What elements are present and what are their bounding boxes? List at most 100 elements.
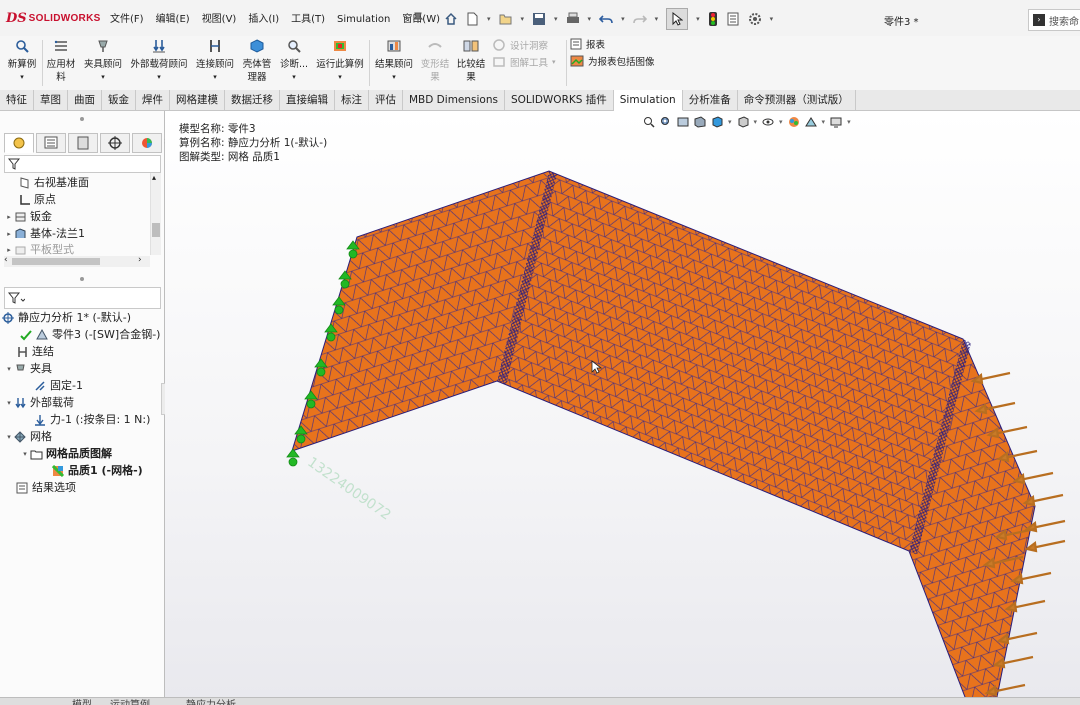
tab-markup[interactable]: 标注: [335, 90, 369, 110]
plot-tools-dropdown-icon[interactable]: ▾: [552, 58, 556, 66]
rebuild-icon[interactable]: [708, 11, 718, 27]
undo-dropdown-icon[interactable]: ▾: [621, 15, 625, 23]
run-dropdown-icon[interactable]: ▾: [314, 71, 366, 84]
tab-solidworks-addins[interactable]: SOLIDWORKS 插件: [505, 90, 614, 110]
tree-filter-input[interactable]: [4, 155, 161, 173]
dimxpert-tab[interactable]: [100, 133, 130, 153]
tree-item-base-flange[interactable]: ▸ 基体-法兰1: [4, 226, 85, 242]
search-input[interactable]: › 搜索命: [1028, 9, 1080, 31]
solidworks-logo[interactable]: DS SOLIDWORKS: [6, 10, 101, 26]
fixtures-dropdown-icon[interactable]: ▾: [80, 71, 126, 84]
pin-icon[interactable]: [412, 12, 424, 24]
deformed-result-button[interactable]: 变形结 果: [418, 36, 452, 84]
save-dropdown-icon[interactable]: ▾: [554, 15, 558, 23]
collapse-icon[interactable]: ▾: [4, 395, 14, 411]
scroll-up-icon[interactable]: ▴: [152, 173, 156, 182]
tree-item-study[interactable]: 静应力分析 1* (-默认-): [2, 310, 131, 326]
select-dropdown-icon[interactable]: ▾: [696, 15, 700, 23]
new-document-icon[interactable]: [466, 12, 479, 26]
tab-data-migration[interactable]: 数据迁移: [225, 90, 280, 110]
tree-item-result-options[interactable]: 结果选项: [16, 480, 76, 496]
results-dropdown-icon[interactable]: ▾: [372, 71, 416, 84]
options-gear-icon[interactable]: [748, 12, 762, 26]
run-study-button[interactable]: 运行此算例 ▾: [314, 36, 366, 84]
diagnose-dropdown-icon[interactable]: ▾: [276, 71, 312, 84]
redo-dropdown-icon[interactable]: ▾: [655, 15, 659, 23]
expand-icon[interactable]: ▸: [4, 209, 14, 225]
open-dropdown-icon[interactable]: ▾: [521, 15, 525, 23]
save-icon[interactable]: [532, 12, 546, 26]
tree-item-quality-1[interactable]: 品质1 (-网格-): [52, 463, 143, 479]
collapse-icon[interactable]: ▾: [4, 361, 14, 377]
menu-tools[interactable]: 工具(T): [285, 12, 331, 28]
external-loads-advisor-button[interactable]: 外部载荷顾问 ▾: [128, 36, 190, 84]
menu-insert[interactable]: 插入(I): [242, 12, 285, 28]
tree-item-mesh-quality-plot[interactable]: ▾ 网格品质图解: [20, 446, 112, 462]
apply-material-button[interactable]: 应用材 料: [44, 36, 78, 84]
tree-item-fixed-1[interactable]: 固定-1: [34, 378, 83, 394]
tab-surfaces[interactable]: 曲面: [68, 90, 102, 110]
tab-evaluate[interactable]: 评估: [369, 90, 403, 110]
external-loads-dropdown-icon[interactable]: ▾: [128, 71, 190, 84]
tree-item-external-loads[interactable]: ▾ 外部载荷: [4, 395, 74, 411]
tab-sheet-metal[interactable]: 钣金: [102, 90, 136, 110]
study-filter-input[interactable]: [4, 287, 161, 309]
tab-weldments[interactable]: 焊件: [136, 90, 170, 110]
tree-horizontal-scrollbar[interactable]: ‹ ›: [4, 255, 150, 267]
menu-edit[interactable]: 编辑(E): [150, 12, 196, 28]
panel-grip-icon[interactable]: [80, 117, 84, 121]
undo-icon[interactable]: [599, 12, 613, 26]
tab-direct-editing[interactable]: 直接编辑: [280, 90, 335, 110]
new-study-button[interactable]: 新算例 ▾: [4, 36, 40, 84]
tree-item-mesh[interactable]: ▾ 网格: [4, 429, 52, 445]
connections-dropdown-icon[interactable]: ▾: [192, 71, 238, 84]
include-image-button[interactable]: 为报表包括图像: [570, 54, 655, 68]
tab-mbd-dimensions[interactable]: MBD Dimensions: [403, 90, 505, 110]
connections-advisor-button[interactable]: 连接顾问 ▾: [192, 36, 238, 84]
tab-sketch[interactable]: 草图: [34, 90, 68, 110]
propertymanager-tab[interactable]: [36, 133, 66, 153]
shell-manager-button[interactable]: 壳体管 理器: [240, 36, 274, 84]
home-icon[interactable]: [444, 12, 458, 26]
new-study-dropdown-icon[interactable]: ▾: [4, 71, 40, 84]
tab-analysis-preparation[interactable]: 分析准备: [683, 90, 738, 110]
print-dropdown-icon[interactable]: ▾: [588, 15, 592, 23]
tree-item-origin[interactable]: 原点: [8, 192, 56, 208]
scroll-left-icon[interactable]: ‹: [4, 255, 8, 265]
tab-command-predictor[interactable]: 命令预测器（测试版）: [738, 90, 856, 110]
tree-item-sheet-metal[interactable]: ▸ 钣金: [4, 209, 52, 225]
results-advisor-button[interactable]: 结果顾问 ▾: [372, 36, 416, 84]
featuremanager-tab[interactable]: [4, 133, 34, 153]
collapse-icon[interactable]: ▾: [20, 446, 30, 462]
collapse-icon[interactable]: ▾: [4, 429, 14, 445]
compare-results-button[interactable]: 比较结 果: [454, 36, 488, 84]
print-icon[interactable]: [566, 12, 580, 26]
tree-item-force-1[interactable]: 力-1 (:按条目: 1 N:): [34, 412, 150, 428]
fixtures-advisor-button[interactable]: 夹具顾问 ▾: [80, 36, 126, 84]
select-tool-button[interactable]: [666, 8, 689, 30]
scroll-thumb[interactable]: [152, 223, 160, 237]
tab-simulation[interactable]: Simulation: [613, 90, 683, 111]
tree-item-right-plane[interactable]: 右视基准面: [8, 175, 89, 191]
options-dropdown-icon[interactable]: ▾: [770, 15, 774, 23]
plot-tools-button[interactable]: 图解工具 ▾: [492, 55, 556, 69]
redo-icon[interactable]: [632, 12, 647, 26]
scroll-thumb[interactable]: [12, 258, 100, 265]
menu-file[interactable]: 文件(F): [104, 12, 150, 28]
displaymanager-tab[interactable]: [132, 133, 162, 153]
tree-item-fixtures[interactable]: ▾ 夹具: [4, 361, 52, 377]
graphics-area[interactable]: 模型名称: 零件3 算例名称: 静应力分析 1(-默认-) 图解类型: 网格 品…: [165, 111, 1080, 697]
design-insight-button[interactable]: 设计洞察: [492, 38, 548, 52]
mesh-model-view[interactable]: [165, 111, 1080, 697]
report-button[interactable]: 报表: [570, 37, 605, 51]
open-icon[interactable]: [499, 12, 513, 26]
tab-mesh-modeling[interactable]: 网格建模: [170, 90, 225, 110]
diagnose-button[interactable]: 诊断... ▾: [276, 36, 312, 84]
file-properties-icon[interactable]: [726, 12, 740, 26]
expand-icon[interactable]: ▸: [4, 226, 14, 242]
splitter-grip-icon[interactable]: [80, 277, 84, 281]
tree-item-part[interactable]: 零件3 (-[SW]合金钢-): [20, 327, 160, 343]
menu-simulation[interactable]: Simulation: [331, 12, 396, 28]
tab-features[interactable]: 特征: [0, 90, 34, 110]
configurationmanager-tab[interactable]: [68, 133, 98, 153]
